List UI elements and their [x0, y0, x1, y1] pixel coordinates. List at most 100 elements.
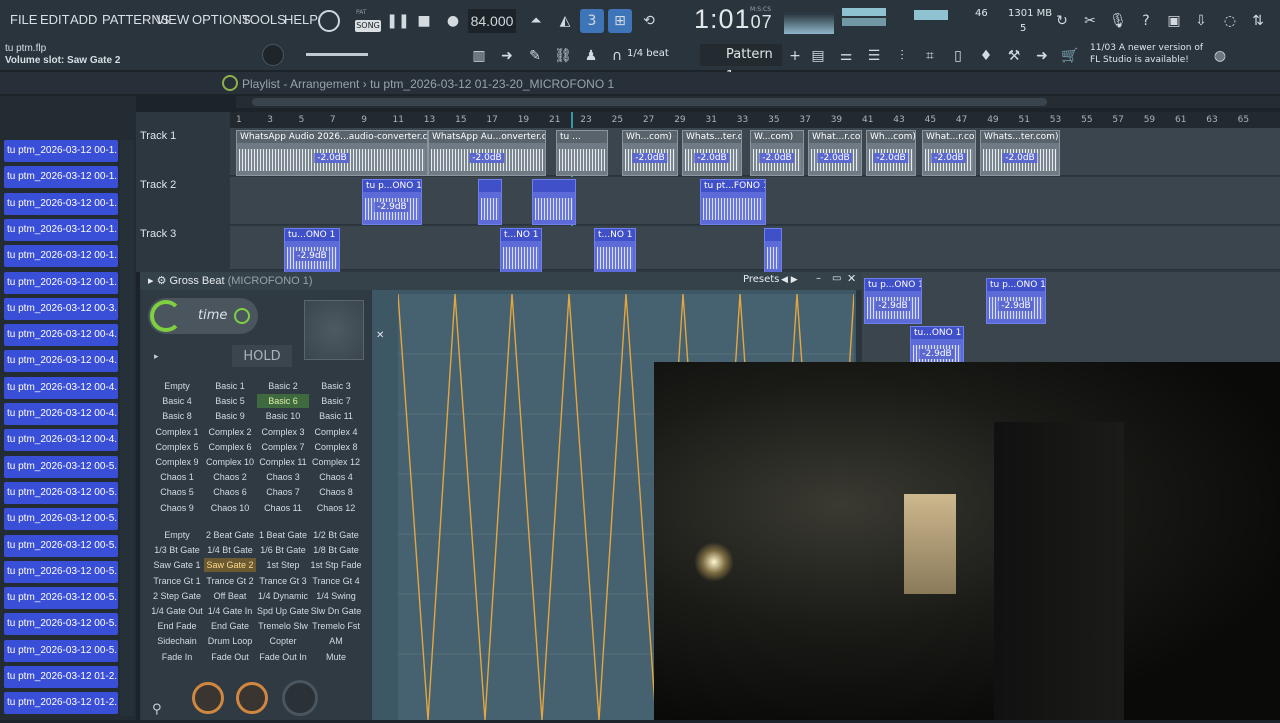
browser-item[interactable]: tu ptm_2026-03-12 00-4... — [4, 350, 118, 373]
browser-item[interactable]: tu ptm_2026-03-12 00-1... — [4, 271, 118, 294]
preset-button[interactable]: 2 Beat Gate — [204, 528, 256, 542]
browser-item[interactable]: tu ptm_2026-03-12 01-2... — [4, 666, 118, 688]
loop-record-icon[interactable]: ⟲ — [637, 9, 661, 33]
close-icon[interactable]: ✕ — [847, 272, 856, 285]
expand-arrow-icon[interactable]: ▸ — [154, 352, 159, 362]
preset-button[interactable]: 2 Step Gate — [151, 588, 203, 603]
browser-item[interactable]: tu ptm_2026-03-12 01-2... — [4, 692, 118, 715]
menu-add[interactable]: ADD — [70, 12, 97, 27]
snap-selector[interactable]: 1/4 beat — [627, 48, 669, 59]
preset-button[interactable]: Empty — [151, 528, 203, 542]
audio-clip[interactable] — [532, 179, 576, 225]
browser-item[interactable]: tu ptm_2026-03-12 00-1... — [4, 192, 118, 215]
globe-icon[interactable]: ◍ — [1208, 44, 1232, 68]
tension-knob[interactable] — [282, 680, 318, 716]
preset-button[interactable]: Sidechain — [151, 634, 203, 649]
metronome-icon[interactable] — [318, 10, 340, 32]
playlist-icon[interactable]: ▤ — [806, 44, 830, 68]
browser-item[interactable]: tu ptm_2026-03-12 00-5... — [4, 639, 118, 662]
preset-button[interactable]: 1/2 Bt Gate — [310, 528, 362, 542]
menu-view[interactable]: VIEW — [156, 12, 189, 27]
audio-clip[interactable]: tu p...ONO 1 -2.9dB — [986, 278, 1046, 324]
preset-button[interactable]: Saw Gate 2 — [204, 558, 256, 573]
preset-button[interactable]: Basic 6 — [257, 394, 309, 409]
track-1-label[interactable]: Track 1 — [140, 130, 176, 142]
arrow-icon[interactable]: ➜ — [495, 44, 519, 68]
audio-clip[interactable] — [764, 228, 782, 274]
audio-clip[interactable]: tu ... — [556, 130, 608, 176]
track-3-lane[interactable]: tu...ONO 1 -2.9dB t...NO 1 t...NO 1 — [230, 226, 1280, 274]
time-knob-icon[interactable] — [150, 300, 182, 332]
preset-button[interactable]: Fade In — [151, 649, 203, 664]
preset-button[interactable]: Basic 8 — [151, 409, 203, 424]
preset-button[interactable]: Copter — [257, 634, 309, 649]
microphone-icon[interactable]: 🎙 — [1106, 9, 1130, 33]
countdown-icon[interactable]: ⊞ — [608, 9, 632, 33]
audio-clip[interactable]: tu...ONO 1 -2.9dB — [284, 228, 340, 274]
preset-button[interactable]: Complex 8 — [310, 439, 362, 454]
preset-button[interactable]: 1/6 Bt Gate — [257, 543, 309, 558]
preset-button[interactable]: Tremelo Fst — [310, 619, 362, 634]
browser-item[interactable]: tu ptm_2026-03-12 00-5... — [4, 508, 118, 531]
preset-button[interactable]: Fade Out — [204, 649, 256, 664]
preset-button[interactable]: End Fade — [151, 619, 203, 634]
hold-button[interactable]: HOLD — [232, 345, 292, 367]
xy-pad[interactable] — [304, 300, 364, 360]
preset-button[interactable]: 1 Beat Gate — [257, 528, 309, 542]
preset-button[interactable]: Complex 10 — [204, 455, 256, 469]
audio-clip[interactable]: tu p...ONO 1 -2.9dB — [362, 179, 422, 225]
preset-button[interactable]: Mute — [310, 649, 362, 664]
mixer-icon[interactable]: ☰ — [862, 44, 886, 68]
stop-button[interactable]: ■ — [412, 9, 436, 33]
preset-button[interactable]: Slw Dn Gate — [310, 604, 362, 618]
preset-button[interactable]: 1/4 Dynamic — [257, 588, 309, 603]
preset-button[interactable]: Basic 1 — [204, 379, 256, 393]
preset-button[interactable]: 1st Stp Fade — [310, 558, 362, 573]
preset-button[interactable]: 1st Step — [257, 558, 309, 573]
render-icon[interactable]: ⇩ — [1189, 9, 1213, 33]
editor-close-icon[interactable]: ✕ — [376, 330, 384, 341]
preset-button[interactable]: Chaos 6 — [204, 485, 256, 500]
preset-button[interactable]: Basic 11 — [310, 409, 362, 424]
file-icon[interactable]: ▯ — [946, 44, 970, 68]
audio-clip[interactable]: W...com) -2.0dB — [750, 130, 804, 176]
browser-item[interactable]: tu ptm_2026-03-12 00-4... — [4, 324, 118, 347]
audio-clip[interactable]: tu p...ONO 1 -2.9dB — [864, 278, 922, 324]
preset-button[interactable]: Complex 9 — [151, 455, 203, 469]
preset-button[interactable]: Chaos 8 — [310, 485, 362, 500]
cut-icon[interactable]: ✂ — [1078, 9, 1102, 33]
track-2-lane[interactable]: tu p...ONO 1 -2.9dB tu pt...FONO 1 — [230, 177, 1280, 225]
preset-button[interactable]: Basic 3 — [310, 379, 362, 393]
metronome-toggle-icon[interactable]: ◭ — [553, 9, 577, 33]
audio-clip[interactable]: Wh...com) -2.0dB — [622, 130, 678, 176]
menu-help[interactable]: HELP — [284, 12, 318, 27]
audio-clip[interactable]: What...r.com) -2.0dB — [808, 130, 862, 176]
browser-item[interactable]: tu ptm_2026-03-12 00-4... — [4, 376, 118, 399]
preset-button[interactable]: Chaos 10 — [204, 500, 256, 515]
preset-button[interactable]: Trance Gt 3 — [257, 573, 309, 588]
browser-item[interactable]: tu ptm_2026-03-12 00-5... — [4, 481, 118, 504]
preset-button[interactable]: Fade Out In — [257, 649, 309, 664]
chat-icon[interactable]: ◌ — [1218, 9, 1242, 33]
browser-icon[interactable]: ⇅ — [1246, 9, 1270, 33]
preset-button[interactable]: Complex 7 — [257, 439, 309, 454]
preset-button[interactable]: Chaos 7 — [257, 485, 309, 500]
browser-item[interactable]: tu ptm_2026-03-12 00-1... — [4, 140, 118, 162]
pat-mode-label[interactable]: PAT — [356, 9, 367, 16]
audio-clip[interactable]: Whats...ter.com) -2.0dB — [682, 130, 742, 176]
routing-icon[interactable]: ⌗ — [918, 44, 942, 68]
preset-button[interactable]: Off Beat — [204, 588, 256, 603]
track-2-label[interactable]: Track 2 — [140, 179, 176, 191]
clock-icon[interactable] — [234, 308, 250, 324]
browser-item[interactable]: tu ptm_2026-03-12 00-5... — [4, 587, 118, 610]
pencil-icon[interactable]: ✎ — [523, 44, 547, 68]
browser-item[interactable]: tu ptm_2026-03-12 00-4... — [4, 429, 118, 452]
preset-button[interactable]: AM — [310, 634, 362, 649]
save-icon[interactable]: ▣ — [1162, 9, 1186, 33]
preset-button[interactable]: Chaos 11 — [257, 500, 309, 515]
preset-button[interactable]: Basic 5 — [204, 394, 256, 409]
audio-clip[interactable]: tu pt...FONO 1 — [700, 179, 766, 225]
preset-button[interactable]: Complex 6 — [204, 439, 256, 454]
timeline-ruler[interactable]: 1 3 5 7 9 11 13 15 17 19 21 23 25 27 29 31 33 35 37 39 41 43 4… — [230, 112, 1280, 128]
tempo-tap-icon[interactable]: ⏶ — [524, 9, 548, 33]
